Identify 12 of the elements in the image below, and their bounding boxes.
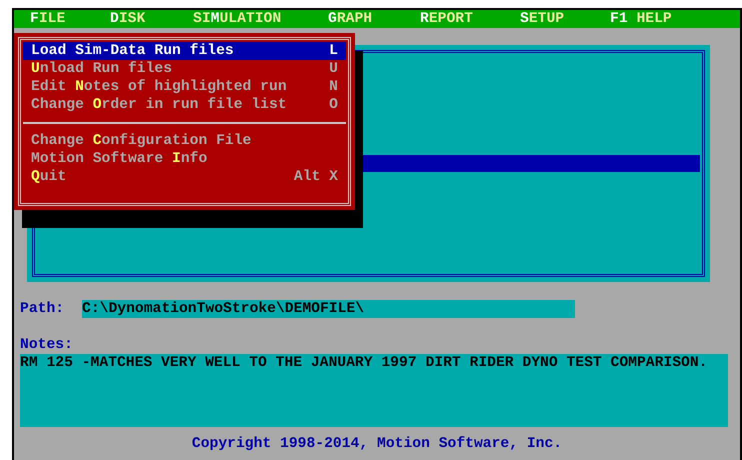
menu-option[interactable]: Unload Run files U — [23, 60, 346, 78]
menu-option[interactable]: Change Configuration File — [23, 132, 346, 150]
path-label: Path: — [20, 300, 66, 318]
path-field[interactable]: C:\DynomationTwoStroke\DEMOFILE\ — [82, 300, 575, 318]
copyright-text: Copyright 1998-2014, Motion Software, Inc. — [192, 435, 562, 453]
menu-option[interactable]: Quit Alt X — [23, 168, 346, 186]
menu-option[interactable]: Load Sim-Data Run files L — [23, 42, 346, 60]
menu-option[interactable]: Change Order in run file list O — [23, 96, 346, 114]
notes-field[interactable]: RM 125 -MATCHES VERY WELL TO THE JANUARY 1997 DIRT RIDER DYNO TEST COMPARISON. — [20, 354, 728, 427]
notes-label: Notes: — [20, 336, 73, 354]
menu-option[interactable]: Motion Software Info — [23, 150, 346, 168]
menu-option[interactable]: Edit Notes of highlighted run N — [23, 78, 346, 96]
